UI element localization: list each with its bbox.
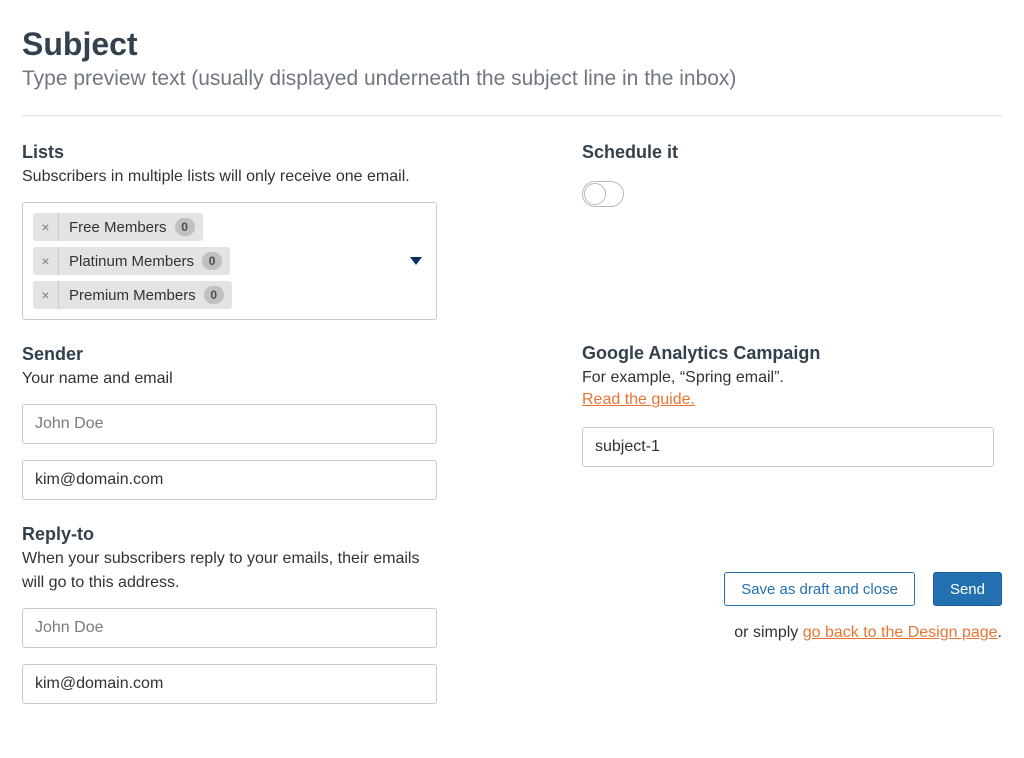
- chip-label: Platinum Members: [59, 247, 202, 275]
- list-chip: × Premium Members 0: [33, 281, 232, 309]
- schedule-title: Schedule it: [582, 142, 1002, 163]
- preview-text[interactable]: Type preview text (usually displayed und…: [22, 67, 1002, 91]
- reply-to-title: Reply-to: [22, 524, 452, 545]
- period: .: [998, 624, 1002, 641]
- chip-count-badge: 0: [204, 286, 224, 304]
- remove-chip-icon[interactable]: ×: [33, 247, 59, 275]
- lists-multiselect[interactable]: × Free Members 0 × Platinum Members 0 × …: [22, 202, 437, 320]
- schedule-section: Schedule it: [582, 142, 1002, 207]
- sender-email-input[interactable]: [22, 460, 437, 500]
- analytics-section: Google Analytics Campaign For example, “…: [582, 343, 1002, 467]
- chip-count-badge: 0: [202, 252, 222, 270]
- subject-heading[interactable]: Subject: [22, 26, 1002, 63]
- save-draft-button[interactable]: Save as draft and close: [724, 572, 915, 606]
- reply-to-name-input[interactable]: [22, 608, 437, 648]
- chevron-down-icon[interactable]: [410, 257, 422, 265]
- remove-chip-icon[interactable]: ×: [33, 281, 59, 309]
- analytics-title: Google Analytics Campaign: [582, 343, 1002, 364]
- sender-subtitle: Your name and email: [22, 367, 452, 390]
- reply-to-email-input[interactable]: [22, 664, 437, 704]
- chip-count-badge: 0: [175, 218, 195, 236]
- lists-subtitle: Subscribers in multiple lists will only …: [22, 165, 452, 188]
- sender-title: Sender: [22, 344, 452, 365]
- sender-name-input[interactable]: [22, 404, 437, 444]
- lists-section: Lists Subscribers in multiple lists will…: [22, 142, 452, 320]
- chip-label: Premium Members: [59, 281, 204, 309]
- schedule-toggle[interactable]: [582, 181, 624, 207]
- analytics-guide-link[interactable]: Read the guide.: [582, 391, 695, 408]
- toggle-knob: [584, 183, 606, 205]
- send-button[interactable]: Send: [933, 572, 1002, 606]
- analytics-campaign-input[interactable]: [582, 427, 994, 467]
- or-back-line: or simply go back to the Design page.: [582, 624, 1002, 642]
- actions: Save as draft and close Send or simply g…: [582, 572, 1002, 642]
- reply-to-section: Reply-to When your subscribers reply to …: [22, 524, 452, 703]
- back-to-design-link[interactable]: go back to the Design page: [803, 624, 998, 641]
- or-prefix: or simply: [734, 624, 802, 641]
- list-chip: × Platinum Members 0: [33, 247, 230, 275]
- chip-label: Free Members: [59, 213, 175, 241]
- sender-section: Sender Your name and email: [22, 344, 452, 500]
- reply-to-subtitle: When your subscribers reply to your emai…: [22, 547, 437, 593]
- remove-chip-icon[interactable]: ×: [33, 213, 59, 241]
- lists-title: Lists: [22, 142, 452, 163]
- analytics-example: For example, “Spring email”.: [582, 366, 1002, 389]
- list-chip: × Free Members 0: [33, 213, 203, 241]
- divider: [22, 115, 1002, 116]
